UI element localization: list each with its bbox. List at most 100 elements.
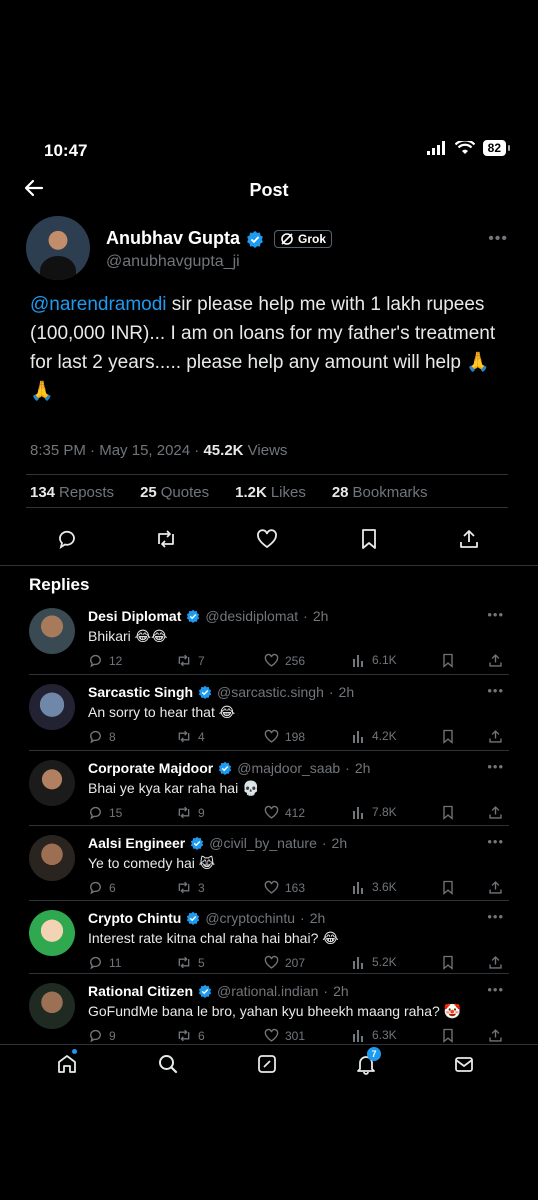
replies-heading: Replies bbox=[29, 575, 90, 594]
bookmark-icon[interactable] bbox=[442, 880, 454, 895]
reply-author-name[interactable]: Aalsi Engineer bbox=[88, 835, 185, 851]
reply-button[interactable]: 9 bbox=[88, 1028, 116, 1043]
like-icon bbox=[264, 1028, 279, 1043]
more-options-icon[interactable]: ••• bbox=[487, 834, 504, 849]
reply-author-handle[interactable]: @majdoor_saab bbox=[237, 760, 340, 776]
repost-button[interactable]: 3 bbox=[176, 880, 205, 895]
search-icon[interactable] bbox=[157, 1053, 179, 1075]
share-icon[interactable] bbox=[458, 528, 480, 550]
bookmarks-stat[interactable]: 28 Bookmarks bbox=[332, 484, 428, 501]
reply-item[interactable]: Corporate Majdoor @majdoor_saab · 2h ••• Bhai… bbox=[29, 757, 509, 832]
author-name[interactable]: Anubhav Gupta bbox=[106, 228, 240, 249]
like-button[interactable]: 301 bbox=[264, 1028, 305, 1043]
more-options-icon[interactable]: ••• bbox=[487, 909, 504, 924]
grok-button[interactable]: Grok bbox=[274, 229, 333, 248]
bookmark-icon[interactable] bbox=[442, 729, 454, 744]
reply-button[interactable]: 8 bbox=[88, 729, 116, 744]
bookmark-icon[interactable] bbox=[442, 653, 454, 668]
reply-author-handle[interactable]: @civil_by_nature bbox=[209, 835, 317, 851]
home-icon[interactable] bbox=[56, 1053, 78, 1075]
reply-author-handle[interactable]: @rational.indian bbox=[217, 983, 318, 999]
repost-button[interactable]: 4 bbox=[176, 729, 205, 744]
like-button[interactable]: 256 bbox=[264, 653, 305, 668]
share-icon[interactable] bbox=[488, 729, 503, 744]
avatar[interactable] bbox=[29, 983, 75, 1029]
more-options-icon[interactable]: ••• bbox=[487, 982, 504, 997]
reply-author-handle[interactable]: @cryptochintu bbox=[205, 910, 295, 926]
reply-icon bbox=[88, 1028, 103, 1043]
reply-author-handle[interactable]: @sarcastic.singh bbox=[217, 684, 324, 700]
repost-icon[interactable] bbox=[154, 528, 178, 550]
share-icon[interactable] bbox=[488, 1028, 503, 1043]
share-icon[interactable] bbox=[488, 653, 503, 668]
reply-count: 9 bbox=[109, 1028, 116, 1043]
reply-author-name[interactable]: Crypto Chintu bbox=[88, 910, 181, 926]
reply-item[interactable]: Aalsi Engineer @civil_by_nature · 2h ••• Ye t… bbox=[29, 832, 509, 907]
like-button[interactable]: 163 bbox=[264, 880, 305, 895]
status-bar: 10:47 82 bbox=[0, 124, 538, 174]
views-button[interactable]: 4.2K bbox=[352, 729, 397, 743]
avatar[interactable] bbox=[29, 760, 75, 806]
more-options-icon[interactable]: ••• bbox=[487, 683, 504, 698]
likes-stat[interactable]: 1.2K Likes bbox=[235, 484, 306, 501]
avatar[interactable] bbox=[29, 910, 75, 956]
reply-author-name[interactable]: Corporate Majdoor bbox=[88, 760, 213, 776]
reply-divider bbox=[29, 900, 509, 901]
like-button[interactable]: 207 bbox=[264, 955, 305, 970]
reply-text: GoFundMe bana le bro, yahan kyu bheekh m… bbox=[88, 1003, 462, 1019]
avatar[interactable] bbox=[29, 684, 75, 730]
status-time: 10:47 bbox=[44, 141, 88, 160]
like-count: 163 bbox=[285, 880, 306, 895]
reply-button[interactable]: 11 bbox=[88, 955, 121, 970]
reply-button[interactable]: 6 bbox=[88, 880, 116, 895]
reply-actions: 15 9 412 7.8K bbox=[88, 805, 508, 823]
like-icon[interactable] bbox=[256, 528, 278, 550]
views-button[interactable]: 6.1K bbox=[352, 653, 397, 667]
reply-item[interactable]: Desi Diplomat @desidiplomat · 2h ••• Bhikari … bbox=[29, 605, 509, 680]
repost-button[interactable]: 7 bbox=[176, 653, 205, 668]
repost-button[interactable]: 9 bbox=[176, 805, 205, 820]
bookmark-icon[interactable] bbox=[442, 1028, 454, 1043]
reposts-stat[interactable]: 134 Reposts bbox=[30, 484, 114, 501]
reply-button[interactable]: 12 bbox=[88, 653, 122, 668]
share-icon[interactable] bbox=[488, 880, 503, 895]
post-stats: 134 Reposts 25 Quotes 1.2K Likes 28 Bookmark… bbox=[30, 484, 428, 501]
views-button[interactable]: 7.8K bbox=[352, 805, 397, 819]
avatar[interactable] bbox=[29, 835, 75, 881]
quotes-stat[interactable]: 25 Quotes bbox=[140, 484, 209, 501]
repost-button[interactable]: 6 bbox=[176, 1028, 205, 1043]
author-handle[interactable]: @anubhavgupta_ji bbox=[106, 253, 332, 271]
more-options-icon[interactable]: ••• bbox=[487, 759, 504, 774]
bookmark-icon[interactable] bbox=[442, 805, 454, 820]
reply-icon bbox=[88, 955, 103, 970]
author-avatar[interactable] bbox=[26, 216, 90, 280]
like-button[interactable]: 412 bbox=[264, 805, 305, 820]
more-options-icon[interactable]: ••• bbox=[488, 230, 508, 248]
compose-icon[interactable] bbox=[256, 1053, 278, 1075]
messages-icon[interactable] bbox=[453, 1053, 475, 1075]
reply-item[interactable]: Sarcastic Singh @sarcastic.singh · 2h ••• An … bbox=[29, 681, 509, 756]
reply-icon[interactable] bbox=[56, 528, 78, 550]
reply-author-name[interactable]: Sarcastic Singh bbox=[88, 684, 193, 700]
views-button[interactable]: 5.2K bbox=[352, 955, 397, 969]
verified-badge-icon bbox=[186, 911, 200, 925]
verified-badge-icon bbox=[198, 984, 212, 998]
repost-button[interactable]: 5 bbox=[176, 955, 205, 970]
views-button[interactable]: 6.3K bbox=[352, 1028, 397, 1042]
like-count: 256 bbox=[285, 653, 306, 668]
bookmark-icon[interactable] bbox=[360, 528, 378, 550]
share-icon[interactable] bbox=[488, 805, 503, 820]
avatar[interactable] bbox=[29, 608, 75, 654]
like-icon bbox=[264, 729, 279, 744]
views-button[interactable]: 3.6K bbox=[352, 880, 397, 894]
reply-button[interactable]: 15 bbox=[88, 805, 122, 820]
reply-author-name[interactable]: Desi Diplomat bbox=[88, 608, 181, 624]
mention-link[interactable]: @narendramodi bbox=[30, 294, 167, 315]
share-icon[interactable] bbox=[488, 955, 503, 970]
reply-author-name[interactable]: Rational Citizen bbox=[88, 983, 193, 999]
reply-author-handle[interactable]: @desidiplomat bbox=[205, 608, 298, 624]
more-options-icon[interactable]: ••• bbox=[487, 607, 504, 622]
bookmark-icon[interactable] bbox=[442, 955, 454, 970]
reply-item[interactable]: Crypto Chintu @cryptochintu · 2h ••• Interest… bbox=[29, 907, 509, 982]
like-button[interactable]: 198 bbox=[264, 729, 305, 744]
